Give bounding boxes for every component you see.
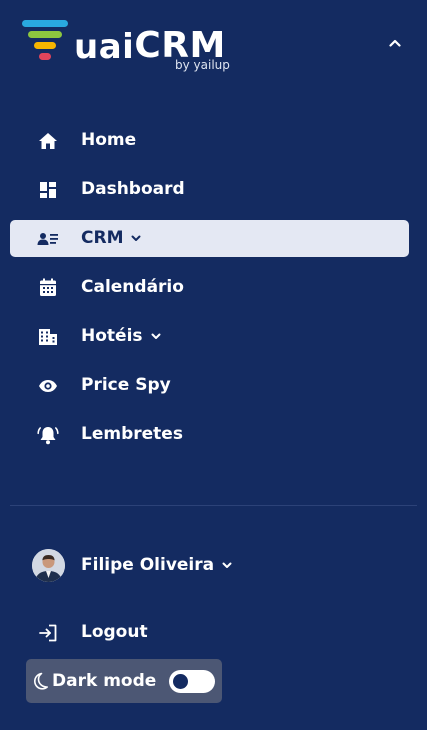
sidebar-item-label: Price Spy	[81, 375, 171, 395]
logout-label: Logout	[81, 622, 148, 642]
sidebar-item-lembretes[interactable]: Lembretes	[10, 416, 409, 453]
sidebar-item-label: Home	[81, 130, 137, 150]
contacts-icon	[37, 228, 59, 250]
user-name-text: Filipe Oliveira	[81, 555, 215, 575]
sidebar-item-label: Calendário	[81, 277, 184, 297]
moon-icon	[34, 672, 48, 690]
user-menu[interactable]: Filipe Oliveira	[10, 546, 409, 586]
collapse-sidebar-button[interactable]	[384, 34, 406, 52]
sidebar-item-label: Lembretes	[81, 424, 183, 444]
dark-mode-toggle[interactable]	[169, 670, 215, 693]
calendar-icon	[37, 277, 59, 299]
sidebar-item-hoteis[interactable]: Hotéis	[10, 318, 409, 355]
sidebar-item-crm[interactable]: CRM	[10, 220, 409, 257]
dark-mode-control: Dark mode	[26, 659, 222, 703]
sidebar-item-price-spy[interactable]: Price Spy	[10, 367, 409, 404]
avatar	[32, 549, 65, 582]
chevron-down-icon	[222, 562, 232, 568]
bell-icon	[37, 424, 59, 446]
sidebar-item-dashboard[interactable]: Dashboard	[10, 171, 409, 208]
dark-mode-label: Dark mode	[52, 671, 157, 691]
building-icon	[37, 326, 59, 348]
sidebar-item-calendario[interactable]: Calendário	[10, 269, 409, 306]
chevron-up-icon	[389, 39, 401, 47]
sidebar-item-home[interactable]: Home	[10, 122, 409, 159]
sidebar-item-label: Hotéis	[81, 328, 161, 345]
home-icon	[37, 130, 59, 152]
chevron-down-icon	[131, 235, 141, 241]
brand-tagline: by yailup	[175, 58, 230, 72]
sidebar-divider	[10, 505, 417, 506]
sidebar-item-label-text: Hotéis	[81, 326, 143, 346]
funnel-logo-icon	[22, 20, 68, 60]
sidebar-item-label-text: CRM	[81, 228, 124, 248]
eye-icon	[37, 375, 59, 397]
chevron-down-icon	[151, 333, 161, 339]
logout-icon	[37, 622, 59, 644]
dashboard-icon	[37, 179, 59, 201]
brand-logo: uai CRM by yailup	[22, 20, 247, 74]
toggle-knob	[173, 674, 188, 689]
logout-button[interactable]: Logout	[10, 614, 409, 651]
user-name: Filipe Oliveira	[81, 557, 232, 574]
sidebar-item-label: Dashboard	[81, 179, 185, 199]
sidebar-item-label: CRM	[81, 230, 141, 247]
brand-name-lower: uai	[74, 27, 135, 67]
